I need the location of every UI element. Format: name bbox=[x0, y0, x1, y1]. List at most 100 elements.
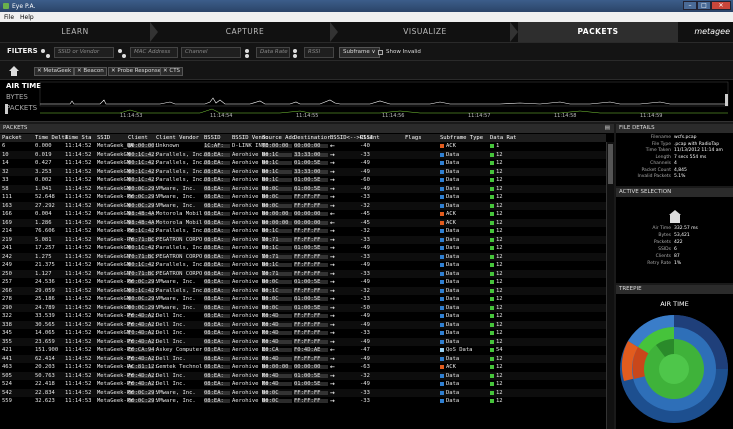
table-row[interactable]: 266 29.059 11:14:52 MetaGeekGN 00:1C:42: Para… bbox=[0, 286, 606, 295]
home-icon[interactable] bbox=[9, 66, 19, 76]
minimize-button[interactable]: – bbox=[683, 1, 697, 10]
cell-source: 00:1C bbox=[262, 262, 279, 268]
table-row[interactable]: 463 20.203 11:14:52 MetaGeek-Pr AC:81:12: Gem… bbox=[0, 363, 606, 371]
table-row[interactable]: 249 21.375 11:14:52 MetaGeekGN 00:1C:42: Para… bbox=[0, 261, 606, 269]
col-rssi-header[interactable]: RSSI bbox=[360, 134, 373, 142]
mac-toggle-icon[interactable] bbox=[118, 49, 122, 53]
table-row[interactable]: 355 23.659 11:14:52 MetaGeek-Pr F0:4D:A2: Del… bbox=[0, 337, 606, 346]
col-data-rate-header[interactable]: Data Rat bbox=[490, 134, 517, 142]
table-row[interactable]: 322 33.539 11:14:52 MetaGeek-Pr F0:4D:A2: Del… bbox=[0, 312, 606, 320]
table-row[interactable]: 505 50.763 11:14:52 MetaGeek-Pr F0:4D:A2: Del… bbox=[0, 371, 606, 380]
mac-filter-input[interactable]: MAC Address bbox=[130, 47, 178, 58]
tab-packets[interactable]: PACKETS bbox=[518, 22, 678, 42]
col-source-header[interactable]: Source Adc bbox=[262, 134, 295, 142]
nav-separator bbox=[510, 22, 518, 42]
close-button[interactable]: ✕ bbox=[711, 1, 731, 10]
show-invalid-checkbox[interactable] bbox=[378, 50, 383, 55]
col-client-header[interactable]: Client bbox=[128, 134, 148, 142]
table-row[interactable]: 559 32.623 11:14:53 MetaGeek-Pr 00:0C:29: VMw… bbox=[0, 397, 606, 405]
table-row[interactable]: 421 151.900 11:14:52 MetaGeek-Pr E0:CA:94: As… bbox=[0, 346, 606, 354]
cell-rssi: -33 bbox=[360, 253, 370, 260]
table-row[interactable]: 14 0.427 11:14:52 MetaGeekGN 00:1C:42: Parall… bbox=[0, 159, 606, 167]
scrollbar-thumb[interactable] bbox=[608, 144, 613, 184]
cell-destination: 01:00:5E bbox=[294, 279, 321, 285]
rssi-compare-icon[interactable] bbox=[293, 49, 297, 53]
table-row[interactable]: 338 30.565 11:14:52 MetaGeek-Pr F0:4D:A2: Del… bbox=[0, 320, 606, 329]
table-row[interactable]: 524 22.418 11:14:52 MetaGeek-Pr F0:4D:A2: Del… bbox=[0, 380, 606, 388]
cell-client-vendor: Parallels, Inc. bbox=[156, 160, 206, 166]
selection-key: Clients bbox=[655, 254, 671, 259]
cell-client-vendor: Parallels, Inc. bbox=[156, 287, 206, 294]
channel-filter-input[interactable]: Channel bbox=[181, 47, 241, 58]
col-subframe-type-header[interactable]: Subframe Type bbox=[440, 134, 483, 142]
menu-file[interactable]: File bbox=[4, 14, 14, 21]
table-scrollbar[interactable] bbox=[606, 142, 614, 429]
col-destination-header[interactable]: Destinatior bbox=[294, 134, 330, 142]
tab-capture[interactable]: CAPTURE bbox=[160, 22, 330, 42]
table-row[interactable]: 169 1.286 11:14:52 MetaGeekGN 98:4B:4A: Motor… bbox=[0, 218, 606, 227]
cell-client: 00:0C:29: bbox=[128, 202, 158, 209]
cell-data-rate: 12 bbox=[496, 194, 503, 200]
rssi-compare-icon[interactable] bbox=[293, 54, 297, 58]
tab-learn[interactable]: LEARN bbox=[0, 22, 150, 42]
subframe-dropdown[interactable]: Subframe ∨ bbox=[339, 47, 380, 58]
table-row[interactable]: 257 24.536 11:14:52 MetaGeek-Pr 00:0C:29: VMw… bbox=[0, 278, 606, 286]
quick-filter-chip[interactable]: ✕ Probe Response bbox=[108, 67, 165, 76]
col-flags-header[interactable]: Flags bbox=[405, 134, 422, 142]
col-client-vendor-header[interactable]: Client Vendor bbox=[156, 134, 199, 142]
col-time-delta-header[interactable]: Time Delta bbox=[35, 134, 68, 142]
airtime-graph[interactable]: AIR TIME BYTES PACKETS 11:14:53 11:14:54… bbox=[0, 80, 733, 122]
col-bssid-header[interactable]: BSSID bbox=[204, 134, 221, 142]
ssid-filter-input[interactable]: SSID or Vendor bbox=[54, 47, 114, 58]
datarate-compare-icon[interactable] bbox=[245, 49, 249, 53]
table-row[interactable]: 441 62.414 11:14:52 MetaGeek-Pr F0:4D:A2: Del… bbox=[0, 354, 606, 363]
table-row[interactable]: 214 76.606 11:14:52 MetaGeek-Pr 00:1C:42: Par… bbox=[0, 227, 606, 235]
file-detail-value: .pcap with RadioTap bbox=[674, 141, 720, 147]
table-row[interactable]: 6 0.000 11:14:52 MetaGeek_QA 00:00:00: Unknow… bbox=[0, 142, 606, 150]
quick-filter-chip[interactable]: ✕ Beacon bbox=[74, 67, 107, 76]
table-row[interactable]: 250 1.127 11:14:52 MetaGeekGN 70:71:BC: PEGAT… bbox=[0, 269, 606, 278]
table-row[interactable]: 10 0.019 11:14:52 MetaGeekGN 00:1C:42: Parall… bbox=[0, 150, 606, 159]
table-row[interactable]: 58 1.041 11:14:52 MetaGeekGN 00:0C:29: VMware… bbox=[0, 184, 606, 193]
table-row[interactable]: 242 1.275 11:14:52 MetaGeekGN 70:71:BC: PEGAT… bbox=[0, 252, 606, 261]
col-packet-header[interactable]: Packet bbox=[2, 134, 22, 142]
mac-toggle-icon[interactable] bbox=[122, 54, 126, 58]
band-toggle-icon[interactable] bbox=[41, 49, 45, 53]
table-row[interactable]: 166 0.004 11:14:52 MetaGeekGN 98:4B:4A: Motor… bbox=[0, 210, 606, 218]
maximize-button[interactable]: □ bbox=[697, 1, 711, 10]
datarate-compare-icon[interactable] bbox=[245, 54, 249, 58]
cell-packet: 166 bbox=[2, 211, 12, 217]
table-row[interactable]: 33 0.002 11:14:52 MetaGeekGN 00:1C:42: Parall… bbox=[0, 176, 606, 184]
file-detail-key: Length bbox=[655, 154, 671, 160]
cell-client-vendor: Motorola Mobil bbox=[156, 219, 203, 226]
col-time-start-header[interactable]: Time Sta bbox=[65, 134, 92, 142]
cell-data-rate: 12 bbox=[496, 211, 503, 217]
table-row[interactable]: 345 14.065 11:14:52 MetaGeekGN F0:4D:A2: Dell… bbox=[0, 329, 606, 337]
menu-help[interactable]: Help bbox=[20, 14, 34, 21]
tab-visualize[interactable]: VISUALIZE bbox=[340, 22, 510, 42]
table-row[interactable]: 278 25.186 11:14:52 MetaGeekGN 00:0C:29: VMwa… bbox=[0, 295, 606, 303]
table-row[interactable]: 111 52.648 11:14:52 MetaGeek-Pr 00:0C:29: VMw… bbox=[0, 193, 606, 201]
cell-time-start: 11:14:52 bbox=[65, 151, 92, 158]
cell-time-delta: 1.127 bbox=[35, 270, 52, 277]
treepie-chart[interactable] bbox=[616, 309, 733, 429]
band-toggle-icon[interactable] bbox=[46, 54, 50, 58]
rssi-filter-input[interactable]: RSSI bbox=[304, 47, 334, 58]
cell-client: E0:CA:94: bbox=[128, 347, 158, 353]
table-row[interactable]: 163 27.292 11:14:52 MetaGeekGN 00:0C:29: VMwa… bbox=[0, 201, 606, 210]
subframe-color-swatch bbox=[440, 297, 444, 301]
col-ssid-header[interactable]: SSID bbox=[97, 134, 110, 142]
datarate-filter-input[interactable]: Data Rate bbox=[256, 47, 290, 58]
table-row[interactable]: 241 17.257 11:14:52 MetaGeekGN 00:1C:42: Para… bbox=[0, 244, 606, 252]
table-row[interactable]: 542 22.834 11:14:52 MetaGeek-Pr 00:0C:29: VMw… bbox=[0, 388, 606, 397]
panel-options-icon[interactable]: ▤ bbox=[605, 124, 610, 133]
cell-destination: 33:33:00 bbox=[294, 151, 321, 158]
table-row[interactable]: 32 3.253 11:14:52 MetaGeekGN 00:1C:42: Parall… bbox=[0, 167, 606, 176]
table-row[interactable]: 290 24.789 11:14:52 MetaGeekGN 00:0C:29: VMwa… bbox=[0, 303, 606, 312]
table-row[interactable]: 219 5.081 11:14:52 MetaGeek-Pr 70:71:BC: PEGA… bbox=[0, 235, 606, 244]
quick-filter-chip[interactable]: ✕ MetaGeek bbox=[34, 67, 75, 76]
quick-filter-chip[interactable]: ✕ CTS bbox=[160, 67, 184, 76]
selection-value: 332.57 ms bbox=[674, 226, 698, 231]
cell-time-delta: 5.081 bbox=[35, 236, 52, 243]
cell-time-delta: 21.375 bbox=[35, 262, 55, 268]
